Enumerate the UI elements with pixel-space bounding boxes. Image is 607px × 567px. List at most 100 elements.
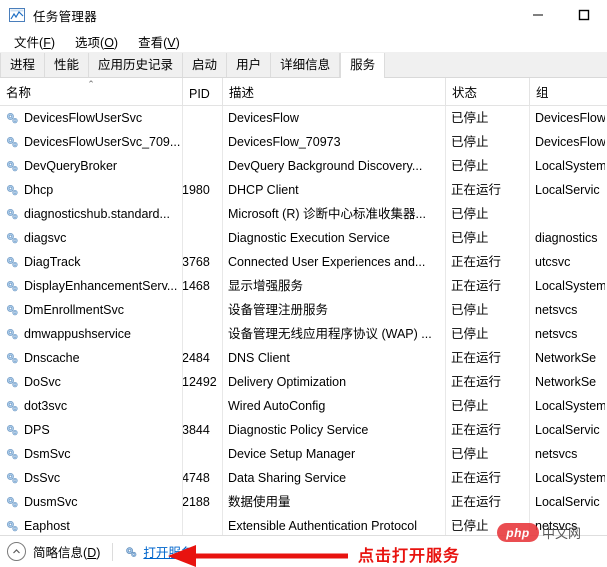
table-row[interactable]: Dhcp 1980 DHCP Client 正在运行 LocalServic [0,178,607,202]
services-gear-icon [124,545,138,559]
service-name-label: DusmSvc [24,495,78,509]
tab-details[interactable]: 详细信息 [271,53,341,77]
cell-description: DevQuery Background Discovery... [228,159,423,173]
cell-service-name: DsmSvc [0,442,182,466]
cell-group: NetworkSe [535,351,597,365]
service-name-label: Dnscache [24,351,80,365]
cell-status: 已停止 [451,399,489,413]
table-row[interactable]: DevicesFlowUserSvc_709... DevicesFlow_709… [0,130,607,154]
menu-view-accel: V [167,35,176,50]
cell-description: Microsoft (R) 诊断中心标准收集器... [228,207,426,221]
cell-status: 正在运行 [451,183,502,197]
minimize-button[interactable] [515,0,561,30]
cell-description: Diagnostic Execution Service [228,231,390,245]
cell-description: Device Setup Manager [228,447,356,461]
column-header-description[interactable]: 描述 [222,78,445,105]
cell-status: 已停止 [451,111,489,125]
sort-ascending-icon: ⌃ [87,79,95,89]
cell-service-name: DevicesFlowUserSvc [0,106,182,130]
cell-pid [182,298,222,322]
tab-startup[interactable]: 启动 [183,53,228,77]
table-row[interactable]: DmEnrollmentSvc 设备管理注册服务 已停止 netsvcs [0,298,607,322]
menu-view-label: 查看 [138,35,164,50]
service-name-label: Dhcp [24,183,54,197]
cell-service-name: Dhcp [0,178,182,202]
open-services-button[interactable]: 打开服务 [124,542,193,561]
cell-service-name: DsSvc [0,466,182,490]
status-bar: 简略信息(D) 打开服务 [0,535,607,567]
table-row[interactable]: Dnscache 2484 DNS Client 正在运行 NetworkSe [0,346,607,370]
cell-pid [182,322,222,346]
services-row-list[interactable]: DevicesFlowUserSvc DevicesFlow 已停止 DevicesF… [0,106,607,541]
cell-pid [182,130,222,154]
cell-status: 已停止 [451,159,489,173]
cell-group: LocalServic [535,495,600,509]
service-gear-icon [5,351,19,365]
cell-pid: 4748 [182,471,210,485]
menu-file-accel: F [43,35,51,50]
column-header-status[interactable]: 状态 [445,78,529,105]
cell-description: 数据使用量 [228,495,291,509]
cell-group: LocalServic [535,423,600,437]
service-name-label: diagnosticshub.standard... [24,207,170,221]
cell-status: 已停止 [451,447,489,461]
column-divider-group [529,106,530,541]
maximize-button[interactable] [561,0,607,30]
menu-options[interactable]: 选项(O) [65,30,128,53]
service-gear-icon [5,471,19,485]
table-row[interactable]: DevicesFlowUserSvc DevicesFlow 已停止 DevicesF… [0,106,607,130]
table-row[interactable]: DPS 3844 Diagnostic Policy Service 正在运行 Loca… [0,418,607,442]
table-row[interactable]: DevQueryBroker DevQuery Background Discov… [0,154,607,178]
tab-app-history[interactable]: 应用历史记录 [89,53,184,77]
table-row[interactable]: DusmSvc 2188 数据使用量 正在运行 LocalServic [0,490,607,514]
table-row[interactable]: dmwappushservice 设备管理无线应用程序协议 (WAP) ... 已停… [0,322,607,346]
service-gear-icon [5,327,19,341]
table-row[interactable]: dot3svc Wired AutoConfig 已停止 LocalSystem [0,394,607,418]
tab-performance[interactable]: 性能 [45,53,90,77]
table-row[interactable]: diagnosticshub.standard... Microsoft (R) … [0,202,607,226]
cell-group: DevicesFlow [535,111,605,125]
cell-status: 已停止 [451,135,489,149]
cell-pid: 2484 [182,351,210,365]
table-row[interactable]: diagsvc Diagnostic Execution Service 已停止 di… [0,226,607,250]
cell-group: DevicesFlow [535,135,605,149]
service-name-label: DoSvc [24,375,61,389]
window-controls [515,0,607,30]
cell-status: 正在运行 [451,471,502,485]
table-row[interactable]: DisplayEnhancementServ... 1468 显示增强服务 正在运行 L… [0,274,607,298]
maximize-icon [578,9,590,21]
column-header-pid[interactable]: PID [182,78,222,105]
table-row[interactable]: DiagTrack 3768 Connected User Experiences … [0,250,607,274]
cell-pid: 2188 [182,495,210,509]
cell-description: Connected User Experiences and... [228,255,426,269]
cell-group: netsvcs [535,303,578,317]
cell-group: LocalSystem [535,279,605,293]
cell-description: DHCP Client [228,183,299,197]
cell-group: netsvcs [535,447,578,461]
cell-pid [182,202,222,226]
column-header-name[interactable]: 名称 ⌃ [0,78,182,105]
table-row[interactable]: DoSvc 12492 Delivery Optimization 正在运行 Netwo… [0,370,607,394]
title-bar: 任务管理器 [0,0,607,30]
menu-options-label: 选项 [75,35,101,50]
cell-status: 正在运行 [451,423,502,437]
menu-view[interactable]: 查看(V) [128,30,190,53]
service-gear-icon [5,207,19,221]
service-gear-icon [5,375,19,389]
menu-file[interactable]: 文件(F) [4,30,65,53]
cell-group: LocalSystem [535,159,605,173]
fewer-details-chevron-icon[interactable] [7,542,26,561]
service-name-label: DevQueryBroker [24,159,118,173]
cell-group: LocalServic [535,183,600,197]
tab-processes[interactable]: 进程 [0,53,46,77]
table-row[interactable]: DsSvc 4748 Data Sharing Service 正在运行 LocalSy… [0,466,607,490]
column-header-group[interactable]: 组 [529,78,605,105]
tab-users[interactable]: 用户 [227,53,272,77]
column-divider-description [222,106,223,541]
tab-services[interactable]: 服务 [340,53,386,78]
fewer-details-button[interactable]: 简略信息(D) [33,542,100,561]
service-gear-icon [5,303,19,317]
cell-status: 已停止 [451,327,489,341]
table-row[interactable]: DsmSvc Device Setup Manager 已停止 netsvcs [0,442,607,466]
minimize-icon [533,14,543,16]
